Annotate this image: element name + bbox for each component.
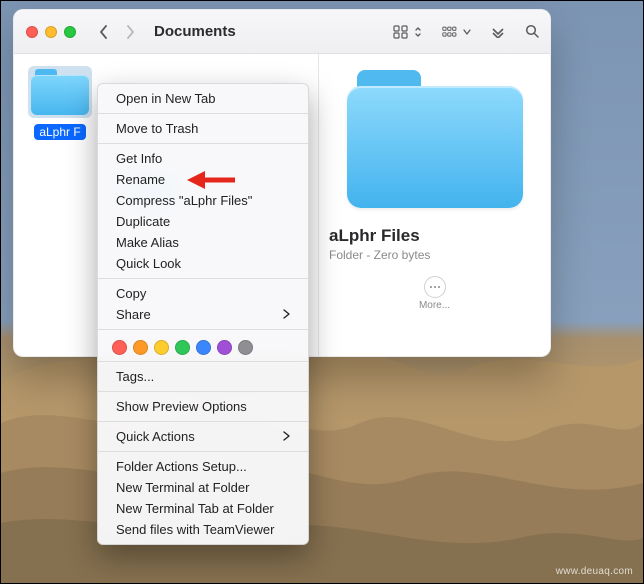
menu-item-folder-actions-setup[interactable]: Folder Actions Setup... bbox=[98, 456, 308, 477]
preview-subtitle: Folder - Zero bytes bbox=[329, 248, 550, 262]
updown-icon bbox=[414, 26, 422, 38]
group-by-button[interactable] bbox=[442, 25, 471, 39]
menu-item-label: Compress "aLphr Files" bbox=[116, 193, 252, 208]
menu-item-make-alias[interactable]: Make Alias bbox=[98, 232, 308, 253]
menu-item-label: New Terminal at Folder bbox=[116, 480, 249, 495]
chevron-right-icon bbox=[283, 307, 290, 322]
menu-item-tags[interactable]: Tags... bbox=[98, 366, 308, 387]
tag-color-dot[interactable] bbox=[175, 340, 190, 355]
menu-item-label: Send files with TeamViewer bbox=[116, 522, 275, 537]
menu-item-quick-look[interactable]: Quick Look bbox=[98, 253, 308, 274]
menu-item-label: Quick Actions bbox=[116, 429, 195, 444]
chevron-down-icon bbox=[463, 28, 471, 36]
menu-item-new-terminal-at-folder[interactable]: New Terminal at Folder bbox=[98, 477, 308, 498]
menu-item-label: Open in New Tab bbox=[116, 91, 216, 106]
minimize-window-button[interactable] bbox=[45, 26, 57, 38]
menu-item-share[interactable]: Share bbox=[98, 304, 308, 325]
menu-item-label: Folder Actions Setup... bbox=[116, 459, 247, 474]
menu-item-label: Move to Trash bbox=[116, 121, 198, 136]
close-window-button[interactable] bbox=[26, 26, 38, 38]
menu-item-label: Get Info bbox=[116, 151, 162, 166]
chevron-right-icon bbox=[283, 429, 290, 444]
folder-item-selected[interactable]: aLphr F bbox=[24, 66, 96, 344]
menu-item-duplicate[interactable]: Duplicate bbox=[98, 211, 308, 232]
menu-item-label: Share bbox=[116, 307, 151, 322]
menu-item-get-info[interactable]: Get Info bbox=[98, 148, 308, 169]
folder-label: aLphr F bbox=[34, 124, 85, 140]
window-title: Documents bbox=[154, 23, 393, 40]
menu-item-send-files-with-teamviewer[interactable]: Send files with TeamViewer bbox=[98, 519, 308, 540]
tag-color-dot[interactable] bbox=[154, 340, 169, 355]
menu-item-copy[interactable]: Copy bbox=[98, 283, 308, 304]
menu-item-label: Tags... bbox=[116, 369, 154, 384]
menu-item-new-terminal-tab-at-folder[interactable]: New Terminal Tab at Folder bbox=[98, 498, 308, 519]
tag-color-dot[interactable] bbox=[217, 340, 232, 355]
menu-item-label: Rename bbox=[116, 172, 165, 187]
menu-item-rename[interactable]: Rename bbox=[98, 169, 308, 190]
titlebar: Documents bbox=[14, 10, 550, 54]
tag-color-dot[interactable] bbox=[133, 340, 148, 355]
menu-item-label: Quick Look bbox=[116, 256, 181, 271]
menu-item-label: Make Alias bbox=[116, 235, 179, 250]
nav-forward-button[interactable] bbox=[124, 25, 136, 39]
menu-item-quick-actions[interactable]: Quick Actions bbox=[98, 426, 308, 447]
view-mode-button[interactable] bbox=[393, 25, 422, 39]
menu-item-label: Show Preview Options bbox=[116, 399, 247, 414]
menu-item-label: Duplicate bbox=[116, 214, 170, 229]
menu-item-open-in-new-tab[interactable]: Open in New Tab bbox=[98, 88, 308, 109]
preview-pane: aLphr Files Folder - Zero bytes More... bbox=[319, 54, 550, 356]
more-actions-button[interactable]: More... bbox=[415, 276, 455, 311]
tag-color-dot[interactable] bbox=[112, 340, 127, 355]
watermark: www.deuaq.com bbox=[556, 566, 633, 577]
nav-back-button[interactable] bbox=[98, 25, 110, 39]
more-label: More... bbox=[419, 300, 450, 311]
menu-item-show-preview-options[interactable]: Show Preview Options bbox=[98, 396, 308, 417]
menu-item-move-to-trash[interactable]: Move to Trash bbox=[98, 118, 308, 139]
search-button[interactable] bbox=[525, 24, 540, 39]
preview-title: aLphr Files bbox=[329, 226, 550, 246]
context-menu: Open in New Tab Move to Trash Get Info Rena… bbox=[97, 83, 309, 545]
fullscreen-window-button[interactable] bbox=[64, 26, 76, 38]
tag-color-dot[interactable] bbox=[196, 340, 211, 355]
folder-icon bbox=[31, 69, 89, 115]
menu-item-label: New Terminal Tab at Folder bbox=[116, 501, 274, 516]
tag-color-row bbox=[98, 334, 308, 357]
preview-folder-icon bbox=[347, 70, 523, 208]
traffic-lights bbox=[26, 26, 76, 38]
ellipsis-icon bbox=[424, 276, 446, 298]
tag-color-dot[interactable] bbox=[238, 340, 253, 355]
menu-item-compress-alphr-files[interactable]: Compress "aLphr Files" bbox=[98, 190, 308, 211]
toolbar-overflow-button[interactable] bbox=[491, 26, 505, 38]
menu-item-label: Copy bbox=[116, 286, 146, 301]
